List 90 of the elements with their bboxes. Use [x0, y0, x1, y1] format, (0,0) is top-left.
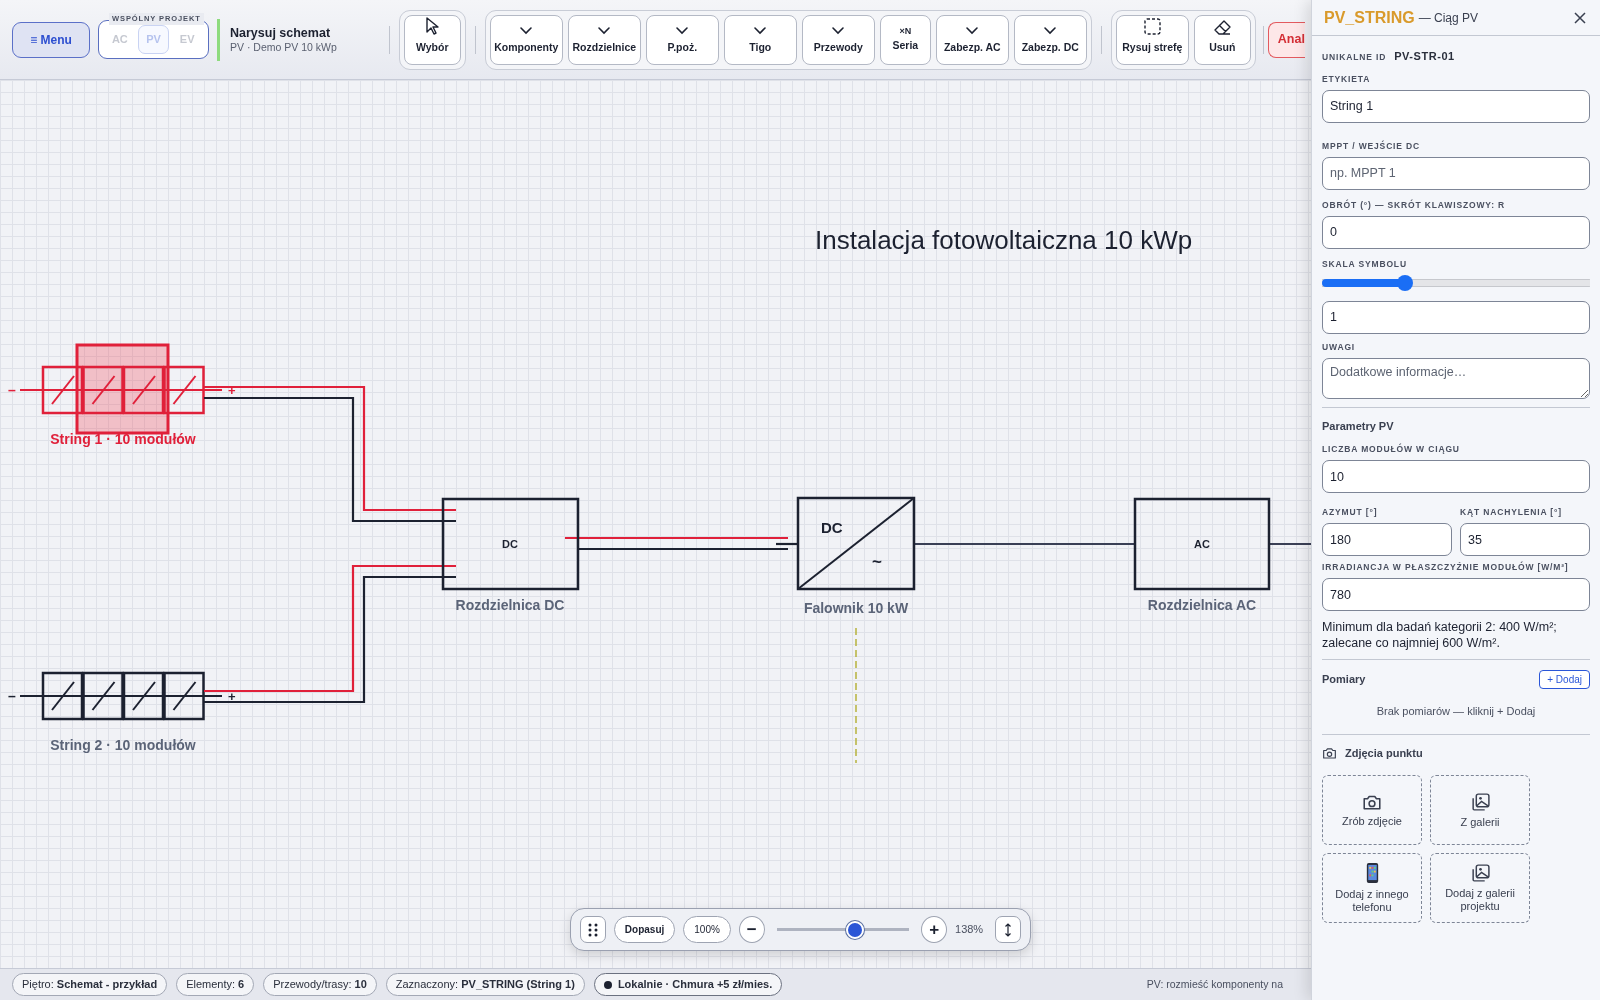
field-label: LICZBA MODUŁÓW W CIĄGU — [1322, 444, 1461, 455]
camera-icon — [1322, 745, 1337, 760]
fit-button[interactable]: Dopasuj — [613, 916, 676, 943]
field-label: OBRÓT (°) — SKRÓT KLAWISZOWY: R — [1322, 199, 1507, 211]
vertical-arrows-icon — [1004, 922, 1013, 937]
inverter-drawing[interactable] — [796, 496, 916, 591]
board-symbol: AC — [1194, 538, 1210, 550]
slider-thumb[interactable] — [1397, 274, 1414, 291]
board-symbol: DC — [502, 538, 518, 550]
tool-button[interactable]: Przewody — [801, 14, 875, 65]
tool-button[interactable]: Komponenty — [489, 14, 563, 65]
sync-pill[interactable]: Lokalnie · Chmura +5 zł/mies. — [593, 973, 783, 996]
hint-text: PV: rozmieść komponenty na — [1146, 976, 1283, 992]
info-note: Minimum dla badań kategorii 2: 400 W/m²; zalecane co najmniej 600 W/m². — [1322, 619, 1558, 651]
element-type: PV_STRING — [1324, 7, 1415, 28]
distribution-board[interactable] — [1133, 497, 1271, 591]
photo-source-button[interactable]: Dodaj z galerii projektu — [1430, 853, 1530, 923]
status-pill: Przewody/trasy: 10 — [263, 973, 377, 996]
inverter-output-symbol: ~ — [872, 552, 882, 571]
input-field[interactable]: 35 — [1460, 523, 1590, 556]
field-label: UNIKALNE ID — [1322, 52, 1387, 63]
string-label: String 2 · 10 modułów — [50, 737, 196, 753]
diagram-title: Instalacja fotowoltaiczna 10 kWp — [815, 225, 1193, 255]
input-field[interactable]: String 1 — [1322, 89, 1590, 123]
tool-button[interactable]: ×N Seria — [879, 14, 931, 65]
tool-button[interactable]: P.poż. — [645, 14, 719, 65]
empty-message: Brak pomiarów — kliknij + Dodaj — [1375, 704, 1537, 719]
input-field[interactable]: 10 — [1322, 460, 1590, 493]
input-field[interactable]: 180 — [1322, 523, 1452, 556]
string-label: String 1 · 10 modułów — [50, 431, 196, 447]
analysis-button[interactable]: Anal — [1267, 21, 1305, 58]
drag-handle[interactable] — [580, 916, 606, 943]
menu-button[interactable]: ≡ Menu — [12, 21, 90, 58]
height-button[interactable] — [995, 916, 1021, 943]
board-label: Rozdzielnica AC — [1147, 597, 1257, 613]
tool-button[interactable]: Rysuj strefę — [1115, 14, 1189, 65]
grip-icon — [586, 921, 599, 938]
input-field[interactable]: 0 — [1322, 215, 1590, 249]
slider-thumb[interactable] — [845, 920, 864, 939]
add-button[interactable]: + Dodaj — [1539, 670, 1590, 689]
input-field[interactable]: 780 — [1322, 578, 1590, 611]
inverter-label: Falownik 10 kW — [803, 600, 909, 616]
pointer-icon — [423, 15, 442, 36]
tool-button[interactable]: Rozdzielnice — [567, 14, 641, 65]
images-icon — [1469, 863, 1491, 883]
field-label: AZYMUT [°] — [1322, 507, 1379, 518]
inverter-input-symbol: DC — [821, 519, 843, 536]
minus-terminal: – — [8, 688, 16, 704]
tool-button[interactable]: Zabezp. AC — [935, 14, 1009, 65]
dashed-square-icon — [1142, 16, 1162, 36]
plus-terminal: + — [228, 383, 236, 398]
field-label: MPPT / WEJŚCIE DC — [1322, 140, 1422, 152]
notes-field[interactable]: Dodatkowe informacje… — [1322, 357, 1590, 399]
input-field[interactable]: np. MPPT 1 — [1322, 156, 1590, 190]
field-label: ETYKIETA — [1322, 73, 1372, 85]
project-subtitle: PV · Demo PV 10 kWp — [230, 40, 337, 54]
images-icon — [1469, 791, 1491, 812]
tool-button[interactable]: Zabezp. DC — [1013, 14, 1087, 65]
minus-terminal: – — [8, 382, 16, 398]
field-label: KĄT NACHYLENIA [°] — [1460, 507, 1563, 518]
dot-icon — [603, 980, 612, 989]
plus-terminal: + — [228, 689, 236, 704]
field-label: UWAGI — [1322, 341, 1357, 353]
distribution-board[interactable] — [441, 497, 580, 591]
field-label: IRRADIANCJA W PŁASZCZYŹNIE MODUŁÓW [W/M²] — [1322, 562, 1570, 573]
tool-button[interactable]: Tigo — [723, 14, 797, 65]
photo-source-button[interactable]: Dodaj z innego telefonu — [1322, 853, 1422, 923]
zoom-level: 138% — [955, 922, 984, 938]
status-pill: Elementy: 6 — [176, 973, 255, 996]
section-title: Zdjęcia punktu — [1345, 745, 1423, 761]
tool-button[interactable]: Wybór — [403, 14, 461, 65]
zoom-out-button[interactable]: − — [738, 916, 765, 943]
status-pill: Piętro: Schemat - przykład — [12, 973, 168, 996]
field-label: SKALA SYMBOLU — [1322, 258, 1408, 270]
section-title: Pomiary — [1322, 672, 1366, 688]
board-label: Rozdzielnica DC — [455, 597, 565, 613]
pv-string-drawing[interactable] — [19, 671, 223, 721]
status-bar-marker — [217, 18, 220, 61]
photo-source-button[interactable]: Z galerii — [1430, 775, 1530, 845]
element-type-name: — Ciąg PV — [1418, 9, 1479, 27]
status-pill: Zaznaczony: PV_STRING (String 1) — [385, 973, 585, 996]
section-title: Parametry PV — [1322, 418, 1395, 434]
tool-button[interactable]: Usuń — [1193, 14, 1251, 65]
reset-zoom-button[interactable]: 100% — [683, 916, 731, 943]
zoom-in-button[interactable]: + — [921, 916, 947, 943]
schematic-title: Narysuj schemat — [230, 25, 332, 41]
unique-id: PV-STR-01 — [1394, 49, 1455, 64]
photo-source-button[interactable]: Zrób zdjęcie — [1322, 775, 1422, 845]
input-field[interactable]: 1 — [1322, 300, 1590, 334]
close-icon — [1574, 11, 1586, 24]
